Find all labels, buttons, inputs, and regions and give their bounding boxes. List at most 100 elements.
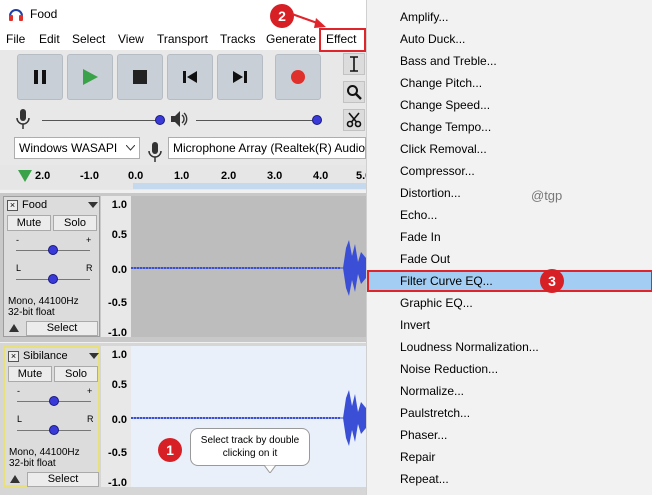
menu-item-bass-and-treble[interactable]: Bass and Treble... <box>367 50 652 72</box>
audio-host-select[interactable]: Windows WASAPI <box>14 137 140 159</box>
scale-label: 0.5 <box>111 379 127 391</box>
play-head-triangle-icon[interactable] <box>18 170 32 182</box>
headphones-app-icon <box>9 9 23 21</box>
zoom-tool[interactable] <box>343 81 365 103</box>
record-icon <box>291 70 305 84</box>
track-menu-arrow-icon[interactable] <box>89 353 99 359</box>
magnifier-icon <box>347 85 362 100</box>
amplitude-scale: 1.0 0.5 0.0 -0.5 -1.0 <box>101 346 131 489</box>
cut-tool[interactable] <box>343 109 365 131</box>
tooltip-pointer <box>264 465 276 473</box>
menu-file[interactable]: File <box>6 32 25 46</box>
recording-device-select[interactable]: Microphone Array (Realtek(R) Audio) <box>168 137 366 159</box>
skip-end-icon <box>233 71 247 83</box>
audio-track[interactable]: × Food Mute Solo - + L R Mono, 44100Hz 3… <box>0 193 366 342</box>
track-sample-rate: Mono, 44100Hz <box>9 447 80 458</box>
menu-transport[interactable]: Transport <box>157 32 208 46</box>
close-track-icon[interactable]: × <box>8 351 19 362</box>
play-button[interactable] <box>67 54 113 100</box>
track-name[interactable]: Food <box>22 199 47 211</box>
scale-label: 0.0 <box>111 264 127 276</box>
gain-slider[interactable] <box>49 396 59 406</box>
playback-volume-slider[interactable] <box>312 115 322 125</box>
scale-label: -1.0 <box>108 477 127 489</box>
collapse-arrow-icon[interactable] <box>10 473 20 483</box>
gain-plus-label: + <box>87 386 93 396</box>
pause-button[interactable] <box>17 54 63 100</box>
menu-item-click-removal[interactable]: Click Removal... <box>367 138 652 160</box>
menu-item-auto-duck[interactable]: Auto Duck... <box>367 28 652 50</box>
scale-label: -1.0 <box>108 327 127 339</box>
menu-item-distortion[interactable]: Distortion... <box>367 182 652 204</box>
solo-button[interactable]: Solo <box>53 215 97 231</box>
menu-item-noise-reduction[interactable]: Noise Reduction... <box>367 358 652 380</box>
audacity-window: Food File Edit Select View Transport Tra… <box>0 0 366 495</box>
gain-minus-label: - <box>16 235 19 245</box>
skip-to-start-button[interactable] <box>167 54 213 100</box>
track-menu-arrow-icon[interactable] <box>88 202 98 208</box>
audio-track[interactable]: × Sibilance Mute Solo - + L R Mono, 4410… <box>0 343 366 495</box>
pause-icon <box>34 70 46 84</box>
menu-item-normalize[interactable]: Normalize... <box>367 380 652 402</box>
select-track-button[interactable]: Select <box>27 472 99 487</box>
gain-plus-label: + <box>86 235 92 245</box>
track-control-panel[interactable]: × Sibilance Mute Solo - + L R Mono, 4410… <box>3 346 100 487</box>
menu-generate[interactable]: Generate <box>266 32 316 46</box>
scale-label: 0.5 <box>111 229 127 241</box>
gain-slider[interactable] <box>48 245 58 255</box>
menu-item-invert[interactable]: Invert <box>367 314 652 336</box>
select-track-button[interactable]: Select <box>26 321 98 336</box>
menu-item-compressor[interactable]: Compressor... <box>367 160 652 182</box>
track-name[interactable]: Sibilance <box>23 350 68 362</box>
menu-item-change-pitch[interactable]: Change Pitch... <box>367 72 652 94</box>
ruler-tick: 3.0 <box>267 170 283 182</box>
watermark: @tgp <box>531 188 563 203</box>
stop-button[interactable] <box>117 54 163 100</box>
step-3-badge: 3 <box>540 269 564 293</box>
track-control-panel[interactable]: × Food Mute Solo - + L R Mono, 44100Hz 3… <box>3 196 100 337</box>
menu-item-repair[interactable]: Repair <box>367 446 652 468</box>
menu-item-fade-out[interactable]: Fade Out <box>367 248 652 270</box>
scale-label: 0.0 <box>111 414 127 426</box>
record-button[interactable] <box>275 54 321 100</box>
menu-item-change-tempo[interactable]: Change Tempo... <box>367 116 652 138</box>
menu-item-phaser[interactable]: Phaser... <box>367 424 652 446</box>
menu-bar: File Edit Select View Transport Tracks G… <box>0 28 366 50</box>
pan-slider[interactable] <box>49 425 59 435</box>
skip-to-end-button[interactable] <box>217 54 263 100</box>
close-track-icon[interactable]: × <box>7 200 18 211</box>
collapse-arrow-icon[interactable] <box>9 322 19 332</box>
menu-item-repeat[interactable]: Repeat... <box>367 468 652 490</box>
i-beam-icon <box>350 56 358 72</box>
ruler-tick: 0.0 <box>128 170 144 182</box>
menu-item-fade-in[interactable]: Fade In <box>367 226 652 248</box>
menu-item-echo[interactable]: Echo... <box>367 204 652 226</box>
pan-left-label: L <box>17 414 23 424</box>
step-1-badge: 1 <box>158 438 182 462</box>
pan-slider[interactable] <box>48 274 58 284</box>
menu-select[interactable]: Select <box>72 32 105 46</box>
waveform[interactable] <box>131 196 366 337</box>
menu-item-amplify[interactable]: Amplify... <box>367 6 652 28</box>
play-icon <box>83 69 98 85</box>
menu-item-loudness-normalization[interactable]: Loudness Normalization... <box>367 336 652 358</box>
track-sample-rate: Mono, 44100Hz <box>8 296 79 307</box>
mute-button[interactable]: Mute <box>7 215 51 231</box>
selection-tool[interactable] <box>343 53 365 75</box>
menu-item-graphic-eq[interactable]: Graphic EQ... <box>367 292 652 314</box>
solo-button[interactable]: Solo <box>54 366 98 382</box>
menu-item-paulstretch[interactable]: Paulstretch... <box>367 402 652 424</box>
menu-item-filter-curve-eq[interactable]: Filter Curve EQ... <box>367 270 652 292</box>
scale-label: 1.0 <box>111 199 127 211</box>
mute-button[interactable]: Mute <box>8 366 52 382</box>
recording-device-value: Microphone Array (Realtek(R) Audio) <box>173 141 366 155</box>
menu-item-change-speed[interactable]: Change Speed... <box>367 94 652 116</box>
menu-edit[interactable]: Edit <box>39 32 60 46</box>
timeline-ruler[interactable]: 2.0 -1.0 0.0 1.0 2.0 3.0 4.0 5.0 <box>0 165 366 189</box>
menu-view[interactable]: View <box>118 32 144 46</box>
menu-tracks[interactable]: Tracks <box>220 32 256 46</box>
effect-menu-highlight <box>319 28 366 52</box>
ruler-tick: 5.0 <box>356 170 366 182</box>
scale-label: -0.5 <box>108 447 127 459</box>
recording-volume-slider[interactable] <box>155 115 165 125</box>
